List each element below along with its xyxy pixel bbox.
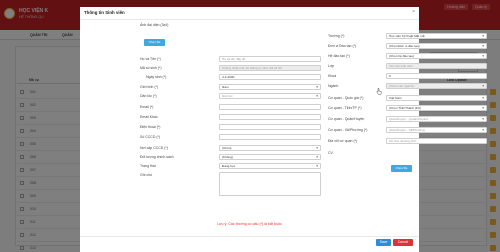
required-note: Lưu ý: Các trường có dấu (*) là bắt buộc [217,222,282,226]
office-address-label: Địa chỉ cơ quan (*) [328,139,358,143]
course-label: Khoá [328,74,337,78]
chevron-down-icon: ▾ [482,106,484,110]
avatar-label: Ảnh đại diện (3x4) [140,23,169,27]
cv-upload-button[interactable]: Chọn file [391,165,412,172]
gender-select[interactable]: Nam ▾ [219,84,321,90]
id-issue-place-select[interactable]: (Chọn) ▾ [219,145,321,151]
province-select[interactable]: (Chọn Tỉnh/Thành phố) ▾ [386,105,487,111]
status-label: Trạng thái [140,164,156,168]
chevron-down-icon: ▾ [316,94,318,98]
email-label: Email (*) [140,105,154,109]
modal-title: Thông tin Sinh viên [84,10,125,15]
chevron-down-icon: ▾ [482,44,484,48]
footer-divider [80,236,419,237]
class-label: Lớp [328,64,335,68]
status-value: Đang học [222,164,236,168]
birthdate-input[interactable]: 4-4-2000 [219,74,321,80]
office-address-input[interactable]: Số nhà, đường phố... [386,138,487,144]
chevron-down-icon: ▾ [316,164,318,168]
ward-label: Cơ quan - Xã/Phường (*) [328,128,368,132]
gender-label: Giới tính (*) [140,85,159,89]
status-select[interactable]: Đang học ▾ [219,163,321,169]
cancel-button[interactable]: Cancel [393,239,413,246]
id-card-label: Số CCCD (*) [140,135,161,139]
ethnicity-value: Dân tộc [222,94,233,98]
student-info-modal: Thông tin Sinh viên × Ảnh đại diện (3x4)… [80,7,487,252]
training-system-select[interactable]: (Chọn hệ đào tạo) ▾ [386,53,487,59]
ethnicity-select[interactable]: Dân tộc ▾ [219,93,321,99]
chevron-down-icon: ▾ [482,117,484,121]
close-icon[interactable]: × [412,9,415,15]
province-label: Cơ quan - Tỉnh/TP (*) [328,106,362,110]
phone-input[interactable] [219,124,321,130]
major-label: Ngành [328,84,339,88]
cv-label: CV [328,151,333,155]
province-value: (Chọn Tỉnh/Thành phố) [389,106,421,110]
chevron-down-icon: ▾ [482,96,484,100]
id-issue-place-value: (Chọn) [222,146,232,150]
chevron-down-icon: ▾ [316,155,318,159]
avatar-upload-button[interactable]: Chọn file [144,39,165,46]
ward-select[interactable]: Quận/huyện - Xã/Phường ▾ [386,127,487,133]
country-select[interactable]: Việt Nam ▾ [386,95,487,101]
note-textarea[interactable] [219,172,321,196]
district-label: Cơ quan - Quận/Huyện [328,117,365,121]
chevron-down-icon: ▾ [482,84,484,88]
chevron-down-icon: ▾ [482,128,484,132]
district-value: Quận/huyện - (Quận/Huyện) [389,117,429,121]
policy-value: (Không) [222,155,234,159]
course-input[interactable]: 0 [386,73,487,79]
save-button[interactable]: Save [376,239,391,246]
note-label: Ghi chú [140,173,153,177]
email-other-label: Email Khác [140,115,158,119]
full-name-label: Họ và Tên (*) [140,57,161,61]
policy-select[interactable]: (Không) ▾ [219,154,321,160]
training-system-label: Hệ đào tạo (*) [328,54,350,58]
country-label: Cơ quan - Quốc gia (*) [328,96,364,100]
student-code-label: Mã số sinh (*) [140,66,162,70]
ethnicity-label: Dân tộc (*) [140,94,157,98]
policy-label: Đối tượng chính sách [140,155,174,159]
birthdate-label: Ngày sinh (*) [146,75,167,79]
district-select[interactable]: Quận/huyện - (Quận/Huyện) ▾ [386,116,487,122]
header-divider [80,19,419,20]
training-unit-value: (Chọn Đơn vị đào tạo) [389,44,420,48]
chevron-down-icon: ▾ [316,146,318,150]
id-card-input[interactable] [219,134,321,140]
id-issue-place-label: Nơi cấp CCCD (*) [140,146,168,150]
training-unit-select[interactable]: (Chọn Đơn vị đào tạo) ▾ [386,43,487,49]
full-name-input[interactable]: Họ và tên đầy đủ [219,56,321,62]
major-value: (Chọn các ngành) [389,84,414,88]
training-unit-label: Đơn vị Đào tạo (*) [328,44,357,48]
student-code-input[interactable]: Không nhập mã, hệ thống tự sinh mã số SV [219,65,321,71]
chevron-down-icon: ▾ [482,34,484,38]
hand-cursor-icon [376,88,382,95]
school-select[interactable]: Học viện Kỹ thuật Mật mã ▾ [386,33,487,39]
phone-label: Điện thoại (*) [140,125,161,129]
gender-value: Nam [222,85,229,89]
school-label: Trường (*) [328,34,345,38]
chevron-down-icon: ▾ [482,54,484,58]
class-input[interactable]: Tên lớp sinh viên [386,63,487,69]
email-other-input[interactable] [219,114,321,120]
major-select[interactable]: (Chọn các ngành) ▾ [386,83,487,89]
chevron-down-icon: ▾ [316,85,318,89]
email-input[interactable] [219,104,321,110]
school-value: Học viện Kỹ thuật Mật mã [389,34,425,38]
ward-value: Quận/huyện - Xã/Phường [389,128,425,132]
country-value: Việt Nam [389,96,402,100]
training-system-value: (Chọn hệ đào tạo) [389,54,414,58]
